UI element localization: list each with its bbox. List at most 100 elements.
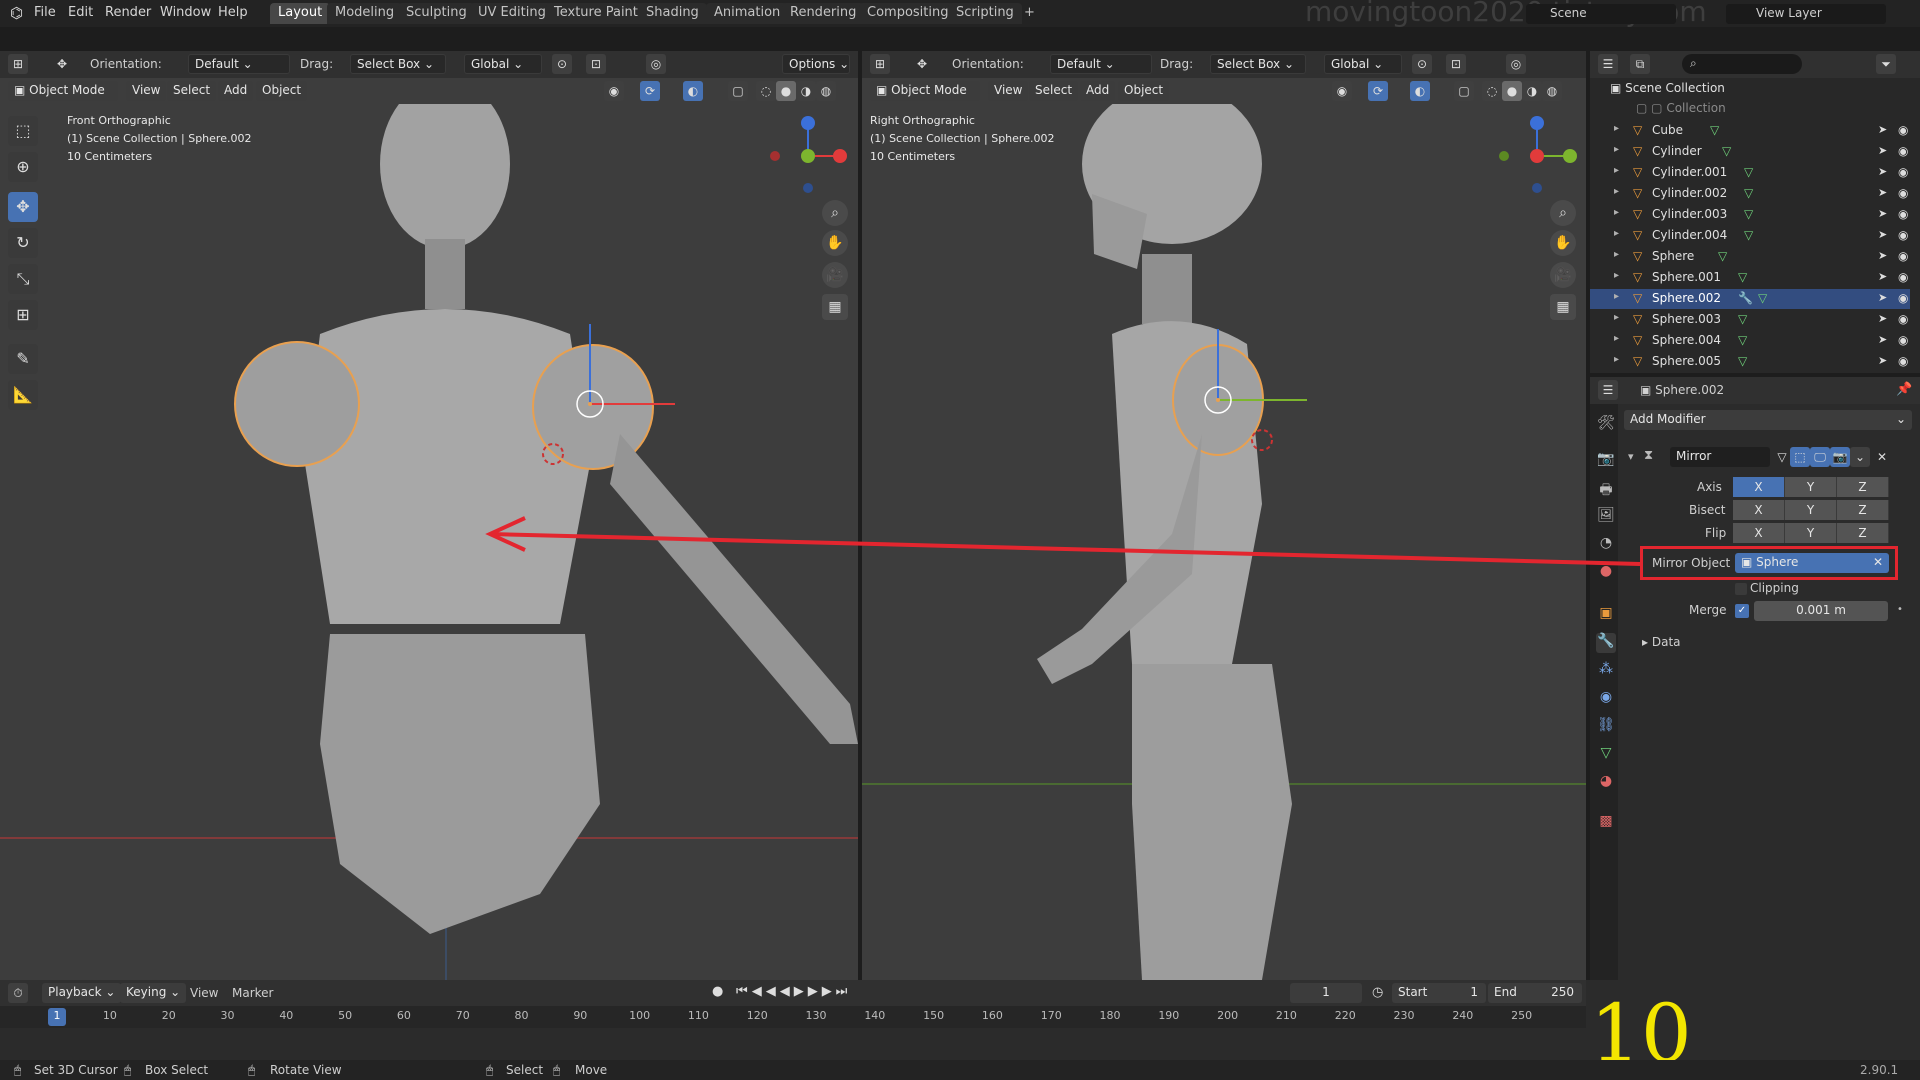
- display-mode-icon[interactable]: ⧉: [1630, 54, 1650, 74]
- snap-icon[interactable]: ⊡: [586, 54, 606, 74]
- visibility-icon[interactable]: ◉: [1332, 81, 1352, 101]
- start-frame-field[interactable]: Start 1: [1392, 983, 1486, 1003]
- bisect-y-toggle[interactable]: Y: [1785, 500, 1837, 520]
- modifier-tab-icon[interactable]: 🔧: [1596, 633, 1616, 653]
- material-shading-icon[interactable]: ◑: [796, 81, 816, 101]
- options-dropdown[interactable]: Options ⌄: [782, 54, 850, 74]
- modifier-menu-icon[interactable]: ⌄: [1850, 447, 1870, 467]
- collapse-arrow-icon[interactable]: ▾: [1628, 450, 1634, 463]
- solid-shading-icon[interactable]: ●: [776, 81, 796, 101]
- solid-shading-icon[interactable]: ●: [1502, 81, 1522, 101]
- data-tab-icon[interactable]: ▽: [1596, 745, 1616, 765]
- output-tab-icon[interactable]: 🖶: [1596, 479, 1616, 499]
- object-mode-dropdown[interactable]: ▣ Object Mode: [8, 81, 118, 101]
- select-menu[interactable]: Select: [1029, 81, 1079, 101]
- properties-editor[interactable]: ☰ ▣ Sphere.002 📌: [1590, 377, 1920, 980]
- transform-orientation-dropdown[interactable]: Global ⌄: [464, 54, 542, 74]
- tab-texture-paint[interactable]: Texture Paint: [546, 3, 646, 24]
- proportional-icon[interactable]: ◎: [1506, 54, 1526, 74]
- viewport-toggle-icon[interactable]: 🖵: [1810, 447, 1830, 467]
- drag-dropdown[interactable]: Select Box ⌄: [350, 54, 446, 74]
- render-tab-icon[interactable]: 📷: [1596, 451, 1616, 471]
- frame-ruler[interactable]: 1 10 20 30 40 50 60 70 80 90 100 110 120 130 140 150 160…: [0, 1006, 1586, 1028]
- xray-icon[interactable]: ▢: [1454, 81, 1474, 101]
- playback-menu[interactable]: Playback ⌄: [42, 983, 122, 1003]
- view-layer-selector[interactable]: View Layer: [1726, 4, 1886, 24]
- scene-selector[interactable]: Scene: [1526, 4, 1676, 24]
- outliner-item-selected[interactable]: ▸ ▽ Sphere.002 🔧 ▽ ➤ ◉: [1590, 289, 1910, 309]
- scene-collection-row[interactable]: ▣ Scene Collection: [1610, 81, 1725, 95]
- proportional-icon[interactable]: ◎: [646, 54, 666, 74]
- select-menu[interactable]: Select: [167, 81, 217, 101]
- keying-menu[interactable]: Keying ⌄: [120, 983, 187, 1003]
- outliner-item[interactable]: ▸ ▽ Sphere ▽ ➤ ◉: [1590, 247, 1910, 267]
- outliner-item[interactable]: ▸ ▽ Sphere.004 ▽ ➤ ◉: [1590, 331, 1910, 351]
- outliner-item[interactable]: ▸ ▽ Cylinder ▽ ➤ ◉: [1590, 142, 1910, 162]
- world-tab-icon[interactable]: ●: [1596, 563, 1616, 583]
- marker-menu[interactable]: Marker: [232, 986, 273, 1000]
- transform-orientation-dropdown[interactable]: Global ⌄: [1324, 54, 1402, 74]
- right-viewport[interactable]: ▣ Object Mode View Select Add Object ◉ ⟳…: [862, 78, 1586, 980]
- material-tab-icon[interactable]: ◕: [1596, 773, 1616, 793]
- cage-toggle-icon[interactable]: ⬚: [1790, 447, 1810, 467]
- flip-z-toggle[interactable]: Z: [1837, 523, 1889, 543]
- scene-tab-icon[interactable]: ◔: [1596, 535, 1616, 555]
- rendered-shading-icon[interactable]: ◍: [1542, 81, 1562, 101]
- timeline[interactable]: ⏱ Playback ⌄ Keying ⌄ View Marker ● ⏮◀◀◀…: [0, 980, 1586, 1060]
- blender-logo-icon[interactable]: ⌬: [10, 4, 23, 22]
- object-menu[interactable]: Object: [256, 81, 308, 101]
- orientation-dropdown[interactable]: Default ⌄: [188, 54, 290, 74]
- axis-x-toggle[interactable]: X: [1733, 477, 1785, 497]
- editor-type-icon[interactable]: ⊞: [8, 54, 28, 74]
- axis-z-toggle[interactable]: Z: [1837, 477, 1889, 497]
- tab-sculpting[interactable]: Sculpting: [398, 3, 475, 24]
- outliner-item[interactable]: ▸ ▽ Cylinder.003 ▽ ➤ ◉: [1590, 205, 1910, 225]
- left-viewport[interactable]: ▣ Object Mode View Select Add Object ◉ ⟳…: [0, 78, 858, 980]
- gizmo-icon[interactable]: ⟳: [1368, 81, 1388, 101]
- end-frame-field[interactable]: End 250: [1488, 983, 1582, 1003]
- outliner-search-input[interactable]: ⌕: [1682, 54, 1802, 74]
- clipping-checkbox[interactable]: [1735, 583, 1747, 595]
- overlays-icon[interactable]: ◐: [1410, 81, 1430, 101]
- transform-pivot-icon[interactable]: ✥: [52, 54, 72, 74]
- view-layer-tab-icon[interactable]: 🖼: [1596, 507, 1616, 527]
- particles-tab-icon[interactable]: ⁂: [1596, 661, 1616, 681]
- view-menu[interactable]: View: [988, 81, 1029, 101]
- outliner-item[interactable]: ▸ ▽ Sphere.005 ▽ ➤ ◉: [1590, 352, 1910, 372]
- add-modifier-dropdown[interactable]: Add Modifier ⌄: [1624, 410, 1912, 430]
- object-mode-dropdown[interactable]: ▣ Object Mode: [870, 81, 980, 101]
- editor-type-icon[interactable]: ⏱: [8, 983, 28, 1003]
- editor-type-icon[interactable]: ☰: [1598, 54, 1618, 74]
- object-menu[interactable]: Object: [1118, 81, 1170, 101]
- tab-uv-editing[interactable]: UV Editing: [470, 3, 554, 24]
- add-workspace-button[interactable]: +: [1016, 3, 1043, 24]
- orientation-dropdown[interactable]: Default ⌄: [1050, 54, 1152, 74]
- render-toggle-icon[interactable]: 📷: [1830, 447, 1850, 467]
- remove-modifier-icon[interactable]: ✕: [1872, 447, 1892, 467]
- pivot-icon[interactable]: ⊙: [552, 54, 572, 74]
- current-frame-field[interactable]: 1: [1290, 983, 1362, 1003]
- axis-y-toggle[interactable]: Y: [1785, 477, 1837, 497]
- mirror-modifier-icon[interactable]: ⧗: [1644, 448, 1653, 463]
- gizmo-icon[interactable]: ⟳: [640, 81, 660, 101]
- editor-type-icon[interactable]: ☰: [1598, 380, 1618, 400]
- outliner-item[interactable]: ▸ ▽ Sphere.001 ▽ ➤ ◉: [1590, 268, 1910, 288]
- tab-modeling[interactable]: Modeling: [327, 3, 403, 24]
- xray-icon[interactable]: ▢: [728, 81, 748, 101]
- pin-icon[interactable]: 📌: [1896, 382, 1912, 397]
- playback-controls-icon[interactable]: ⏮◀◀◀▶▶▶⏭: [736, 984, 851, 999]
- wireframe-shading-icon[interactable]: ◌: [756, 81, 776, 101]
- tab-compositing[interactable]: Compositing: [859, 3, 957, 24]
- editor-type-icon[interactable]: ⊞: [870, 54, 890, 74]
- outliner-item[interactable]: ▸ ▽ Cylinder.004 ▽ ➤ ◉: [1590, 226, 1910, 246]
- transform-pivot-icon[interactable]: ✥: [912, 54, 932, 74]
- data-panel-header[interactable]: ▸ Data: [1642, 635, 1681, 649]
- menu-edit[interactable]: Edit: [68, 5, 93, 20]
- menu-render[interactable]: Render: [105, 5, 151, 20]
- clock-icon[interactable]: ◷: [1372, 985, 1383, 1000]
- wireframe-shading-icon[interactable]: ◌: [1482, 81, 1502, 101]
- material-shading-icon[interactable]: ◑: [1522, 81, 1542, 101]
- outliner-item[interactable]: ▸ ▽ Cylinder.002 ▽ ➤ ◉: [1590, 184, 1910, 204]
- keyframe-dot-icon[interactable]: •: [1897, 604, 1903, 615]
- outliner-item[interactable]: ▸ ▽ Cylinder.001 ▽ ➤ ◉: [1590, 163, 1910, 183]
